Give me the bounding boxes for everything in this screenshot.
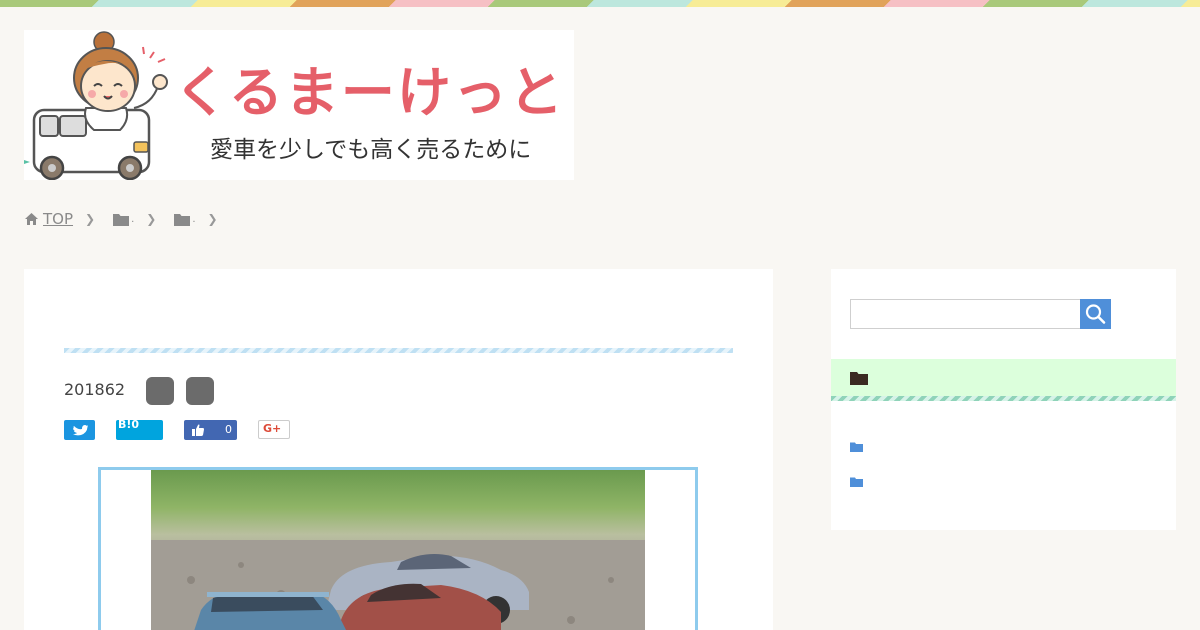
sidebar: [831, 269, 1176, 530]
chevron-right-icon: ❯: [146, 212, 157, 226]
chevron-right-icon: ❯: [207, 212, 218, 226]
category-list-item[interactable]: [850, 472, 863, 491]
post-date: 201862: [64, 380, 126, 399]
folder-icon: [850, 372, 868, 385]
article-card: 201862 B!0 0 G+: [24, 269, 773, 630]
breadcrumb-category-link[interactable]: .: [131, 214, 134, 225]
search-button[interactable]: [1080, 299, 1111, 329]
breadcrumb: TOP ❯ . ❯ . ❯: [24, 208, 236, 230]
breadcrumb-item-home: TOP ❯: [24, 210, 113, 228]
site-logo[interactable]: くるまーけっと 愛車を少しでも高く売るために: [24, 30, 574, 180]
site-tagline: 愛車を少しでも高く売るために: [210, 137, 532, 163]
title-divider: [64, 348, 733, 353]
category-tag[interactable]: [186, 377, 214, 405]
facebook-like-button[interactable]: 0: [184, 420, 237, 440]
breadcrumb-item-category[interactable]: . ❯: [113, 212, 174, 226]
category-widget-heading: [831, 359, 1176, 397]
breadcrumb-subcategory-link[interactable]: .: [192, 214, 195, 225]
category-tag[interactable]: [146, 377, 174, 405]
hatena-bookmark-icon: B!0: [118, 418, 140, 431]
category-list-item[interactable]: [850, 437, 863, 456]
breadcrumb-home-link[interactable]: TOP: [43, 210, 73, 228]
search-input[interactable]: [850, 299, 1081, 329]
site-title: くるまーけっと: [174, 61, 565, 124]
folder-icon: [850, 442, 863, 452]
twitter-icon: [73, 425, 88, 436]
toy-cars-photo: [151, 540, 645, 630]
chevron-right-icon: ❯: [85, 212, 96, 226]
home-icon: [25, 213, 38, 225]
search-icon: [1085, 304, 1106, 324]
featured-image: [151, 470, 645, 630]
mascot-car-illustration: [24, 31, 168, 180]
breadcrumb-item-subcategory[interactable]: . ❯: [174, 212, 235, 226]
category-heading-divider: [831, 396, 1176, 401]
google-plus-button[interactable]: G+: [258, 420, 290, 439]
featured-image-frame: [98, 467, 698, 630]
facebook-like-count: 0: [225, 423, 232, 436]
google-plus-icon: G+: [263, 422, 282, 435]
folder-icon: [850, 477, 863, 487]
folder-icon: [174, 213, 191, 226]
folder-icon: [113, 213, 130, 226]
facebook-like-icon: [192, 424, 204, 436]
hatena-bookmark-button[interactable]: B!0: [116, 418, 163, 440]
decorative-stripe-bar: [0, 0, 1200, 7]
twitter-share-button[interactable]: [64, 420, 95, 440]
